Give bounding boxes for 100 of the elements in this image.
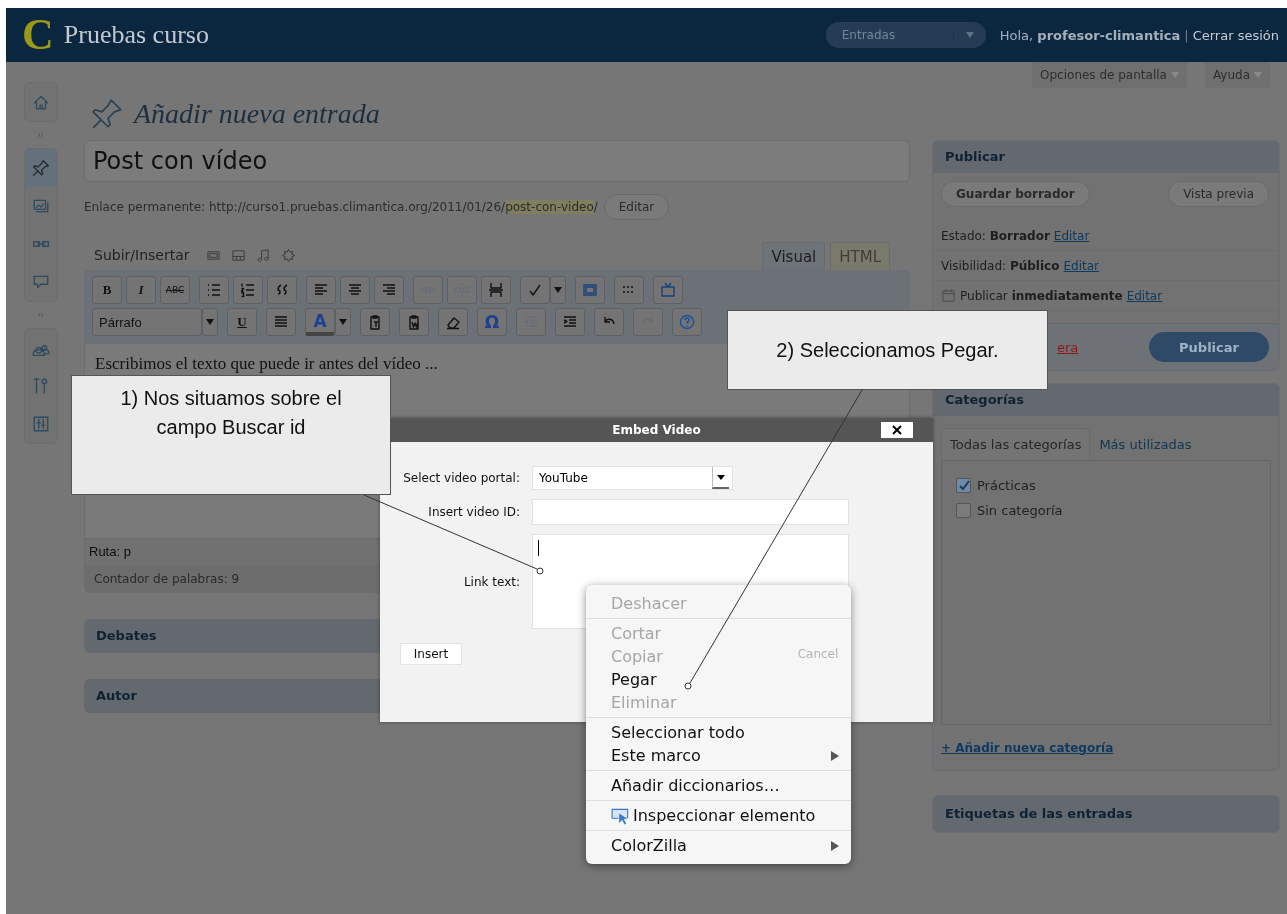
- toolbar-button[interactable]: [399, 308, 429, 336]
- dialog-title: Embed Video: [612, 423, 701, 437]
- insert-button[interactable]: Insert: [400, 643, 462, 665]
- screen-tab[interactable]: Ayuda: [1204, 62, 1270, 88]
- cancel-button[interactable]: Cancel: [787, 643, 849, 665]
- toolbar-button[interactable]: [481, 276, 511, 304]
- checkmark-icon: [527, 282, 543, 298]
- toolbar-button[interactable]: [575, 276, 605, 304]
- toolbar-button[interactable]: [672, 308, 702, 336]
- box-title: Categorías: [933, 384, 1279, 416]
- toolbar-button[interactable]: [520, 276, 550, 304]
- caret-icon: [1254, 72, 1262, 78]
- toolbar-button[interactable]: I: [126, 276, 156, 304]
- indent-icon: [562, 314, 578, 330]
- toolbar-button[interactable]: [266, 308, 296, 336]
- dropdown-button[interactable]: [550, 276, 566, 304]
- caret-icon: [717, 474, 725, 480]
- fullscreen-icon: [582, 282, 598, 298]
- format-select[interactable]: Párrafo: [92, 308, 202, 336]
- toolbar-button[interactable]: Ω: [477, 308, 507, 336]
- portal-select[interactable]: YouTube: [532, 466, 733, 490]
- align-right-icon: [381, 282, 397, 298]
- permalink-text: /: [593, 200, 598, 214]
- toolbar-button[interactable]: [374, 276, 404, 304]
- toolbar-button[interactable]: B: [92, 276, 122, 304]
- separator-text: |: [1184, 27, 1189, 43]
- toolbar-button[interactable]: [594, 308, 624, 336]
- status-text: Visibilidad: Público: [941, 258, 1060, 273]
- edit-link[interactable]: Editar: [1126, 288, 1163, 303]
- pushpin-icon: [32, 159, 50, 177]
- permalink-slug[interactable]: post-con-video: [505, 200, 594, 214]
- calendar-icon: [941, 288, 956, 303]
- dropdown-button[interactable]: [335, 308, 351, 336]
- collapsed-box[interactable]: Etiquetas de las entradas: [932, 795, 1280, 833]
- toolbar-button[interactable]: [653, 276, 683, 304]
- star-icon[interactable]: [280, 247, 296, 263]
- field-label: Link text:: [462, 574, 520, 589]
- status-text: Estado: Borrador: [941, 228, 1050, 243]
- category-tab[interactable]: Más utilizadas: [1090, 428, 1201, 460]
- video-id-input[interactable]: [532, 499, 849, 525]
- toolbar-button[interactable]: [360, 308, 390, 336]
- trash-link[interactable]: era: [1057, 339, 1079, 355]
- edit-link[interactable]: Editar: [1063, 258, 1099, 273]
- editor-text: Escribimos el texto que puede ir antes del vídeo ...: [95, 354, 439, 374]
- settings-icon: [32, 415, 50, 433]
- status-text: Publicar inmediatamente: [960, 288, 1123, 303]
- pushpin-icon: [90, 97, 124, 131]
- toolbar-button[interactable]: [233, 276, 263, 304]
- toolbar-button[interactable]: [267, 276, 297, 304]
- menu-item[interactable]: Pegar: [586, 668, 661, 691]
- save-draft-button[interactable]: Guardar borrador: [941, 181, 1090, 207]
- site-logo: C: [22, 13, 54, 57]
- menu-item[interactable]: Añadir diccionarios…: [586, 774, 784, 797]
- gallery-icon[interactable]: [230, 247, 246, 263]
- shortcut-dropdown[interactable]: Entradas: [825, 22, 986, 48]
- preview-button[interactable]: Vista previa: [1168, 181, 1269, 207]
- toolbar-button[interactable]: [340, 276, 370, 304]
- edit-button[interactable]: Editar: [603, 194, 670, 220]
- menu-item[interactable]: Este marco: [586, 744, 851, 767]
- title-input[interactable]: Post con vídeo: [84, 140, 910, 182]
- add-category-link[interactable]: + Añadir nueva categoría: [941, 741, 1114, 755]
- site-title[interactable]: Pruebas curso: [63, 20, 209, 50]
- caret-icon: [1170, 72, 1179, 78]
- menu-item[interactable]: [25, 149, 57, 187]
- checkbox[interactable]: [956, 503, 971, 518]
- bullet-list-icon: [206, 282, 222, 298]
- publish-button[interactable]: Publicar: [1149, 332, 1269, 362]
- logout-link[interactable]: Cerrar sesión: [1192, 27, 1279, 43]
- toolbar-button[interactable]: [555, 308, 585, 336]
- category-tab[interactable]: Todas las categorías: [941, 428, 1091, 460]
- clipboard-icon: [367, 314, 383, 330]
- music-icon[interactable]: [255, 247, 271, 263]
- editor-tab[interactable]: Visual: [762, 242, 826, 270]
- toolbar-button[interactable]: [438, 308, 468, 336]
- toolbar-button[interactable]: [306, 276, 336, 304]
- menu-item[interactable]: Inspeccionar elemento: [586, 804, 820, 827]
- close-button[interactable]: [881, 422, 913, 438]
- toolbar-button[interactable]: [614, 276, 644, 304]
- category-label: Sin categoría: [977, 503, 1063, 518]
- quote-icon: [274, 282, 290, 298]
- toolbar-button[interactable]: U: [227, 308, 257, 336]
- greeting-text: Hola, profesor-climantica: [999, 27, 1181, 43]
- toolbar-button[interactable]: [199, 276, 229, 304]
- checkbox[interactable]: [956, 478, 971, 493]
- numbered-list-icon: [240, 282, 256, 298]
- collapse-arrow-icon[interactable]: [37, 132, 45, 138]
- toolbar-button[interactable]: ABC: [160, 276, 190, 304]
- editor-tab[interactable]: HTML: [830, 242, 890, 270]
- caret-icon: [339, 319, 347, 325]
- screen-tab[interactable]: Opciones de pantalla: [1032, 62, 1187, 88]
- toolbar-button[interactable]: A: [305, 308, 335, 336]
- menu-item[interactable]: ColorZilla: [586, 834, 851, 857]
- menu-item[interactable]: Seleccionar todo: [586, 721, 749, 744]
- text-cursor: [538, 540, 539, 556]
- submenu-arrow-icon: [831, 840, 839, 851]
- collapse-arrow-icon[interactable]: [37, 312, 45, 318]
- dropdown-button[interactable]: [202, 308, 218, 336]
- edit-link[interactable]: Editar: [1053, 228, 1090, 243]
- box-title: Publicar: [933, 141, 1279, 173]
- justify-icon: [273, 314, 289, 330]
